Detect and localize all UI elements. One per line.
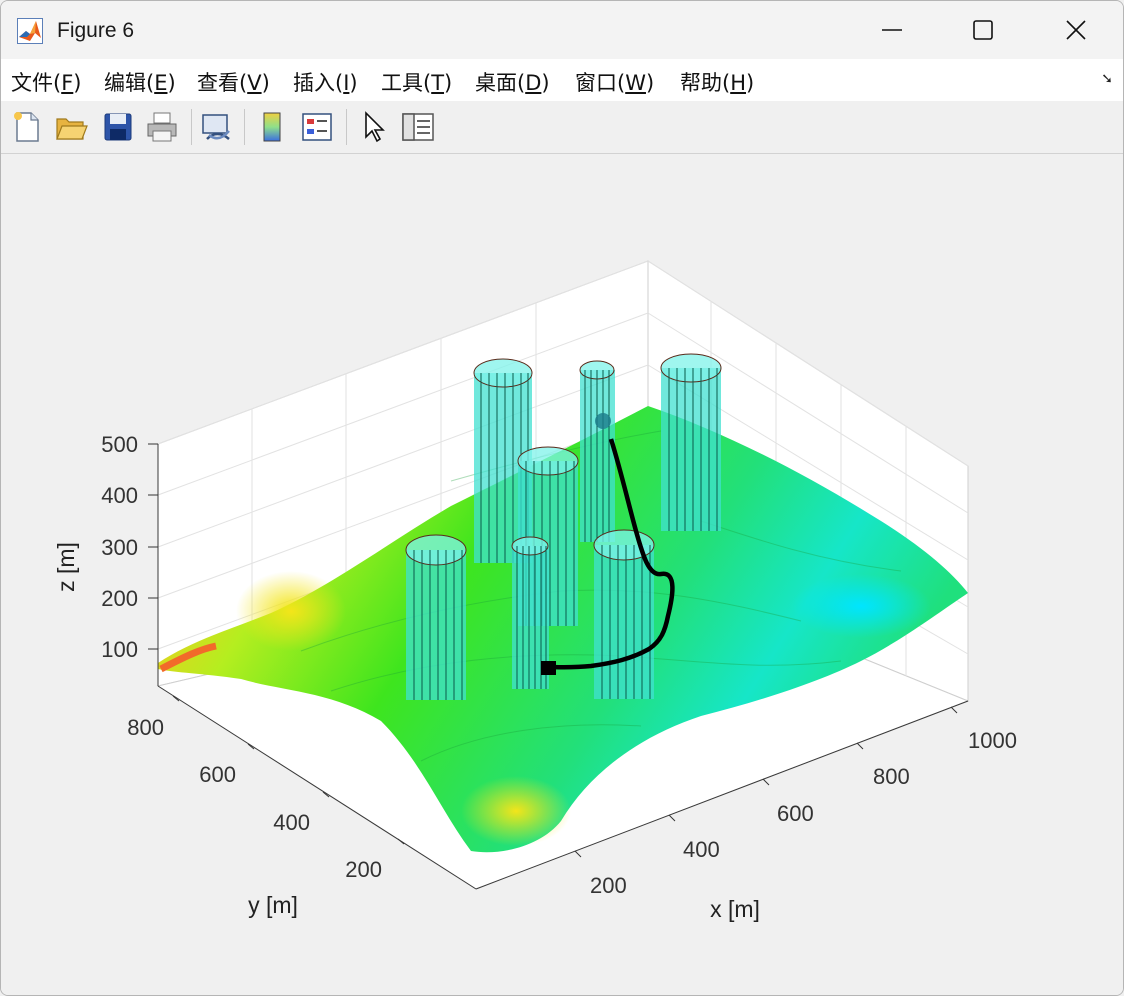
x-tick-label: 800 — [873, 764, 910, 789]
menu-view-label: 查看( — [197, 71, 248, 95]
figure-window: Figure 6 文件(F) 编辑(E) 查看(V) 插入(I) 工具(T) 桌… — [0, 0, 1124, 996]
menu-insert-tail: ) — [349, 71, 358, 95]
menu-insert-label: 插入( — [293, 71, 344, 95]
menu-desktop[interactable]: 桌面(D) — [475, 67, 550, 97]
path-start-marker — [595, 413, 611, 429]
z-tick-label: 100 — [101, 637, 138, 662]
z-tick-label: 500 — [101, 432, 138, 457]
save-icon[interactable] — [100, 109, 136, 145]
figure-canvas: 500 400 300 200 100 800 600 400 200 200 … — [1, 154, 1123, 995]
maximize-button[interactable] — [937, 1, 1029, 59]
menu-tools-label: 工具( — [381, 71, 432, 95]
close-button[interactable] — [1030, 1, 1122, 59]
menu-help-label: 帮助( — [680, 71, 731, 95]
menu-view-key: V — [247, 71, 262, 95]
menu-help[interactable]: 帮助(H) — [680, 67, 754, 97]
cylinder — [660, 353, 722, 531]
menu-window-tail: ) — [645, 71, 655, 95]
z-ticks: 500 400 300 200 100 — [101, 432, 158, 662]
matlab-logo-icon — [17, 18, 43, 44]
link-plot-icon[interactable] — [199, 109, 235, 145]
menu-tools-tail: ) — [444, 71, 453, 95]
menu-window[interactable]: 窗口(W) — [575, 67, 654, 97]
x-tick-label: 200 — [590, 873, 627, 898]
colorbar-icon[interactable] — [254, 109, 290, 145]
minimize-button[interactable] — [846, 1, 938, 59]
dock-arrow-icon[interactable]: ➘ — [1101, 71, 1113, 87]
menu-edit[interactable]: 编辑(E) — [104, 67, 176, 97]
x-tick-label: 400 — [683, 837, 720, 862]
axes-3d[interactable]: 500 400 300 200 100 800 600 400 200 200 … — [1, 154, 1123, 995]
title-bar: Figure 6 — [1, 1, 1123, 59]
y-axis-label: y [m] — [248, 892, 298, 918]
menu-tools[interactable]: 工具(T) — [381, 67, 452, 97]
y-tick-label: 400 — [273, 810, 310, 835]
y-tick-label: 600 — [199, 762, 236, 787]
path-end-marker — [541, 661, 556, 675]
menu-insert[interactable]: 插入(I) — [293, 67, 358, 97]
property-inspector-icon[interactable] — [400, 109, 436, 145]
legend-icon[interactable] — [299, 109, 335, 145]
menu-edit-tail: ) — [167, 71, 176, 95]
menu-help-tail: ) — [746, 71, 755, 95]
cylinder — [579, 360, 615, 542]
menu-file[interactable]: 文件(F) — [11, 67, 82, 97]
menu-view-tail: ) — [261, 71, 270, 95]
menu-desktop-key: D — [525, 71, 542, 95]
menu-window-label: 窗口( — [575, 71, 626, 95]
x-axis-label: x [m] — [710, 896, 760, 922]
edit-plot-icon[interactable] — [356, 109, 392, 145]
menu-edit-key: E — [154, 71, 168, 95]
new-figure-icon[interactable] — [9, 109, 45, 145]
z-axis-label: z [m] — [53, 542, 79, 592]
z-tick-label: 300 — [101, 535, 138, 560]
x-tick-label: 1000 — [968, 728, 1017, 753]
open-file-icon[interactable] — [53, 109, 89, 145]
menu-desktop-label: 桌面( — [475, 71, 526, 95]
menu-file-label: 文件( — [11, 71, 62, 95]
menu-desktop-tail: ) — [541, 71, 550, 95]
print-icon[interactable] — [144, 109, 180, 145]
cylinder — [405, 534, 467, 700]
figure-toolbar — [1, 101, 1123, 154]
y-tick-label: 800 — [127, 715, 164, 740]
toolbar-separator — [191, 109, 192, 145]
x-tick-label: 600 — [777, 801, 814, 826]
menu-view[interactable]: 查看(V) — [197, 67, 270, 97]
menu-window-key: W — [625, 71, 646, 95]
minimize-icon — [882, 29, 902, 31]
toolbar-separator — [244, 109, 245, 145]
menu-file-key: F — [61, 71, 74, 95]
z-tick-label: 200 — [101, 586, 138, 611]
toolbar-separator — [346, 109, 347, 145]
menu-file-tail: ) — [73, 71, 82, 95]
window-title: Figure 6 — [57, 19, 135, 42]
y-tick-label: 200 — [345, 857, 382, 882]
menu-help-key: H — [730, 71, 746, 95]
menu-bar: 文件(F) 编辑(E) 查看(V) 插入(I) 工具(T) 桌面(D) 窗口(W… — [1, 59, 1123, 101]
maximize-icon — [973, 20, 993, 40]
menu-edit-label: 编辑( — [104, 71, 155, 95]
menu-tools-key: T — [431, 71, 445, 95]
close-icon — [1066, 20, 1086, 40]
z-tick-label: 400 — [101, 483, 138, 508]
